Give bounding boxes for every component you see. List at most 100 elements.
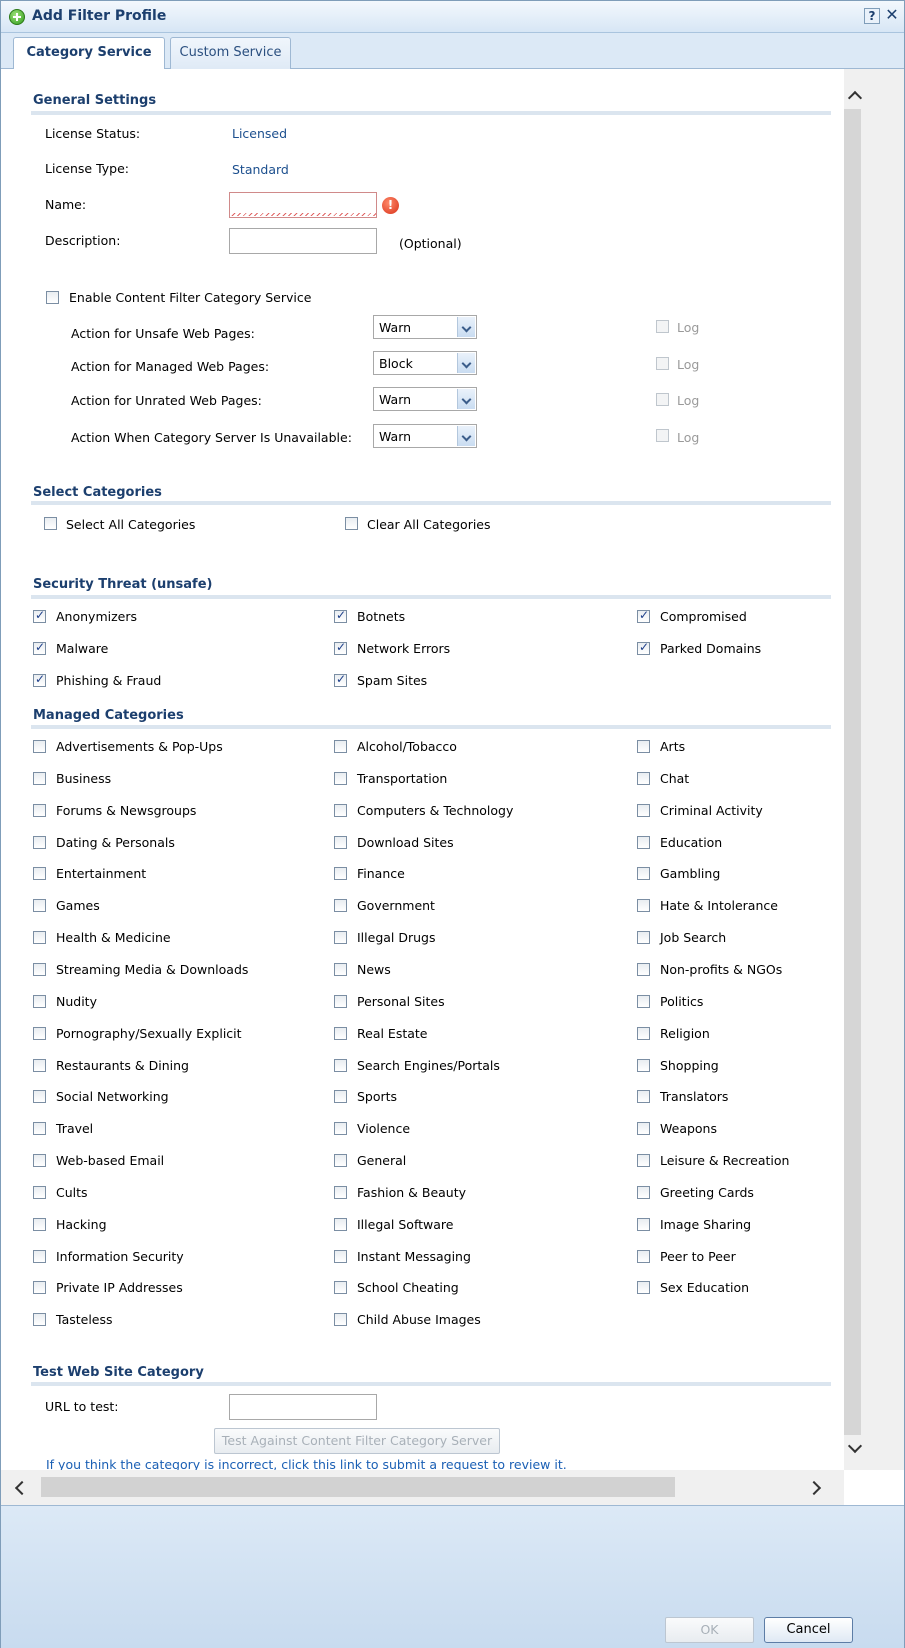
threat-category-checkbox[interactable] (334, 640, 347, 655)
threat-category-checkbox[interactable] (637, 608, 650, 623)
managed-category-checkbox[interactable] (637, 931, 650, 945)
managed-category-checkbox[interactable] (334, 931, 347, 945)
managed-category-checkbox[interactable] (637, 1122, 650, 1136)
managed-category-checkbox[interactable] (33, 771, 46, 785)
managed-category-checkbox[interactable] (637, 835, 650, 849)
description-input[interactable] (229, 228, 377, 254)
vertical-scroll-thumb[interactable] (844, 109, 861, 1435)
managed-category-label: Arts (660, 739, 686, 754)
managed-category-checkbox[interactable] (334, 1090, 347, 1104)
managed-category-checkbox[interactable] (637, 1058, 650, 1072)
managed-category-checkbox[interactable] (33, 740, 46, 753)
managed-category-checkbox[interactable] (637, 1281, 650, 1295)
managed-category-checkbox[interactable] (334, 1313, 347, 1327)
managed-category-checkbox[interactable] (334, 1217, 347, 1231)
help-button[interactable]: ? (864, 8, 880, 24)
managed-category-checkbox[interactable] (334, 1122, 347, 1136)
managed-category-checkbox[interactable] (334, 962, 347, 976)
managed-category-checkbox[interactable] (637, 740, 650, 753)
managed-category-checkbox[interactable] (33, 803, 46, 817)
managed-category-checkbox[interactable] (33, 899, 46, 913)
managed-category-checkbox[interactable] (33, 1058, 46, 1072)
managed-category-checkbox[interactable] (334, 1281, 347, 1295)
log-unavailable-checkbox[interactable] (656, 429, 669, 442)
managed-category-checkbox[interactable] (33, 1154, 46, 1168)
managed-category-checkbox[interactable] (33, 1217, 46, 1231)
managed-category-checkbox[interactable] (637, 1249, 650, 1263)
managed-category-checkbox[interactable] (637, 962, 650, 976)
managed-category-checkbox[interactable] (33, 1090, 46, 1104)
managed-category-checkbox[interactable] (637, 1026, 650, 1040)
managed-category-checkbox[interactable] (33, 867, 46, 881)
managed-category-checkbox[interactable] (33, 994, 46, 1008)
name-input[interactable] (229, 192, 377, 218)
managed-category-checkbox[interactable] (334, 1249, 347, 1263)
managed-category-checkbox[interactable] (334, 899, 347, 913)
managed-category-checkbox[interactable] (33, 931, 46, 945)
managed-category-checkbox[interactable] (637, 803, 650, 817)
log-unsafe-checkbox[interactable] (656, 320, 669, 333)
tab-category-service[interactable]: Category Service (13, 37, 165, 70)
managed-category-checkbox[interactable] (33, 1122, 46, 1136)
threat-category-checkbox[interactable] (33, 608, 46, 623)
scroll-down-icon[interactable] (844, 1435, 904, 1470)
managed-category-checkbox[interactable] (637, 1154, 650, 1168)
managed-category-label: Weapons (660, 1121, 717, 1137)
managed-category-checkbox[interactable] (334, 994, 347, 1008)
threat-category-checkbox[interactable] (334, 672, 347, 687)
threat-category-checkbox[interactable] (33, 640, 46, 655)
managed-category-checkbox[interactable] (334, 803, 347, 817)
enable-category-service-checkbox[interactable] (46, 291, 59, 304)
tab-custom-service[interactable]: Custom Service (170, 37, 291, 69)
threat-category-label: Network Errors (357, 641, 451, 656)
horizontal-scrollbar[interactable] (1, 1470, 844, 1505)
managed-category-checkbox[interactable] (334, 740, 347, 753)
managed-category-checkbox[interactable] (334, 867, 347, 881)
action-managed-select[interactable]: Block (373, 351, 477, 375)
log-managed-checkbox[interactable] (656, 357, 669, 370)
close-button[interactable]: ✕ (884, 6, 900, 24)
managed-category-checkbox[interactable] (637, 1217, 650, 1231)
url-to-test-input[interactable] (229, 1394, 377, 1420)
managed-category-checkbox[interactable] (334, 835, 347, 849)
managed-category-checkbox[interactable] (33, 1185, 46, 1199)
action-unsafe-select[interactable]: Warn (373, 315, 477, 339)
managed-category-checkbox[interactable] (334, 1185, 347, 1199)
managed-category-checkbox[interactable] (33, 1249, 46, 1263)
managed-category-checkbox[interactable] (334, 771, 347, 785)
managed-category-label: Advertisements & Pop-Ups (56, 739, 223, 754)
managed-category-checkbox[interactable] (637, 867, 650, 881)
managed-category-label: Gambling (660, 866, 721, 882)
log-unrated-checkbox[interactable] (656, 393, 669, 406)
cancel-button[interactable]: Cancel (764, 1617, 853, 1643)
managed-category-checkbox[interactable] (33, 835, 46, 849)
managed-category-checkbox[interactable] (334, 1058, 347, 1072)
threat-category-checkbox[interactable] (637, 640, 650, 655)
managed-category-checkbox[interactable] (33, 1313, 46, 1327)
managed-category-checkbox[interactable] (334, 1154, 347, 1168)
managed-category-label: Hate & Intolerance (660, 898, 778, 914)
select-all-checkbox[interactable] (44, 517, 57, 530)
horizontal-scroll-thumb[interactable] (41, 1477, 675, 1497)
managed-category-checkbox[interactable] (637, 994, 650, 1008)
managed-category-checkbox[interactable] (33, 962, 46, 976)
managed-category-label: Hacking (56, 1216, 107, 1232)
managed-category-checkbox[interactable] (637, 771, 650, 785)
threat-category-label: Parked Domains (660, 641, 762, 656)
action-unavailable-select[interactable]: Warn (373, 424, 477, 448)
action-unrated-select[interactable]: Warn (373, 387, 477, 411)
threat-category-checkbox[interactable] (334, 608, 347, 623)
scroll-up-icon[interactable] (844, 69, 904, 109)
test-category-button[interactable]: Test Against Content Filter Category Ser… (214, 1428, 500, 1454)
ok-button[interactable]: OK (665, 1617, 754, 1643)
managed-category-checkbox[interactable] (33, 1281, 46, 1295)
managed-category-checkbox[interactable] (334, 1026, 347, 1040)
select-categories-title: Select Categories (33, 485, 162, 500)
managed-category-checkbox[interactable] (637, 1185, 650, 1199)
clear-all-checkbox[interactable] (345, 517, 358, 530)
managed-category-checkbox[interactable] (637, 1090, 650, 1104)
managed-category-checkbox[interactable] (33, 1026, 46, 1040)
threat-category-checkbox[interactable] (33, 672, 46, 687)
vertical-scrollbar[interactable] (844, 69, 904, 1470)
managed-category-checkbox[interactable] (637, 899, 650, 913)
